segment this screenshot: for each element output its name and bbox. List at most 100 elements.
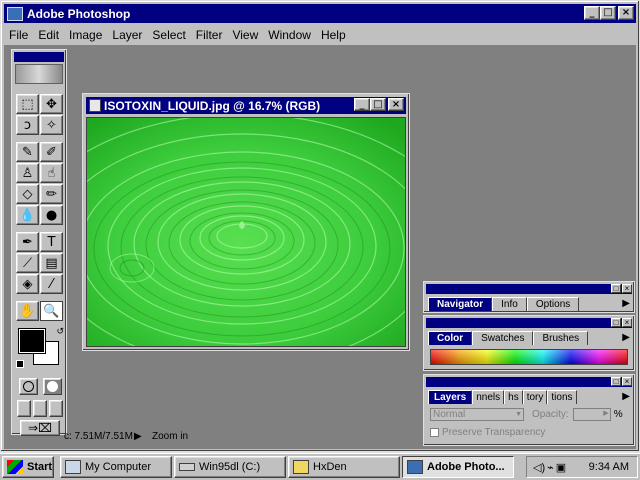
task-my-computer[interactable]: My Computer: [60, 456, 172, 478]
paint-bucket-icon[interactable]: ◈: [16, 274, 39, 294]
app-titlebar[interactable]: Adobe Photoshop _ □ ×: [4, 4, 636, 23]
tool-hint-text: Zoom in: [152, 430, 189, 442]
document-canvas[interactable]: [86, 117, 406, 347]
minimize-button[interactable]: _: [584, 6, 600, 20]
navigator-menu-arrow-icon[interactable]: ▶: [622, 298, 630, 309]
line-icon[interactable]: ⟋: [16, 253, 39, 273]
tab-navigator[interactable]: Navigator: [428, 297, 493, 311]
app-title: Adobe Photoshop: [27, 6, 131, 21]
task-label: My Computer: [85, 461, 152, 473]
display-icon[interactable]: ▣: [556, 461, 566, 474]
color-palette-titlebar[interactable]: □ ×: [426, 318, 632, 328]
photoshop-app-icon[interactable]: [7, 6, 23, 21]
menu-image[interactable]: Image: [64, 28, 107, 42]
tool-grid: ⬚ ✥ ↄ ✧ ✎ ✐ ♙ ☝ ◇ ✏ 💧 ● ✒ T ⟋ ▤ ◈ ⁄ ✋ 🔍: [16, 94, 64, 321]
menu-view[interactable]: View: [227, 28, 263, 42]
preserve-transparency-checkbox[interactable]: [430, 428, 439, 437]
zoom-icon[interactable]: 🔍: [40, 301, 63, 321]
task-label: Adobe Photo...: [427, 461, 505, 473]
hand-icon[interactable]: ✋: [16, 301, 39, 321]
rubber-stamp-icon[interactable]: ♙: [16, 163, 39, 183]
layers-minimize-button[interactable]: □: [611, 377, 621, 386]
menu-layer[interactable]: Layer: [107, 28, 147, 42]
eyedropper-icon[interactable]: ⁄: [40, 274, 63, 294]
tab-options[interactable]: Options: [526, 297, 580, 311]
layers-menu-arrow-icon[interactable]: ▶: [622, 391, 630, 402]
doc-close-button[interactable]: ×: [388, 98, 404, 111]
tab-brushes[interactable]: Brushes: [533, 331, 589, 345]
document-window: ISOTOXIN_LIQUID.jpg @ 16.7% (RGB) _ □ ×: [82, 93, 410, 351]
quick-mask-mode-icon[interactable]: [42, 378, 62, 395]
menu-help[interactable]: Help: [316, 28, 351, 42]
navigator-minimize-button[interactable]: □: [611, 284, 621, 293]
doc-size-readout[interactable]: c: 7.51M/7.51M: [4, 431, 134, 442]
tab-actions[interactable]: tions: [547, 390, 577, 404]
rect-marquee-icon[interactable]: ⬚: [16, 94, 39, 114]
tab-swatches[interactable]: Swatches: [472, 331, 534, 345]
document-titlebar[interactable]: ISOTOXIN_LIQUID.jpg @ 16.7% (RGB) _ □ ×: [86, 97, 406, 114]
status-arrow-icon[interactable]: ▶: [134, 431, 148, 442]
task-win95dl[interactable]: Win95dl (C:): [174, 456, 286, 478]
menu-edit[interactable]: Edit: [33, 28, 64, 42]
default-colors-icon[interactable]: [16, 360, 24, 368]
navigator-palette-titlebar[interactable]: □ ×: [426, 284, 632, 294]
clock[interactable]: 9:34 AM: [589, 461, 629, 473]
color-menu-arrow-icon[interactable]: ▶: [622, 332, 630, 343]
doc-minimize-button[interactable]: _: [354, 98, 370, 111]
pen-icon[interactable]: ✒: [16, 232, 39, 252]
toolbox-titlebar[interactable]: [14, 52, 64, 62]
tab-paths[interactable]: hs: [504, 390, 523, 404]
start-button[interactable]: Start: [2, 456, 54, 478]
color-minimize-button[interactable]: □: [611, 318, 621, 327]
foreground-color-swatch[interactable]: [18, 328, 46, 354]
color-palette: □ × Color Swatches Brushes ▶: [423, 315, 635, 371]
move-icon[interactable]: ✥: [40, 94, 63, 114]
tab-channels[interactable]: nnels: [472, 390, 505, 404]
maximize-button[interactable]: □: [600, 6, 616, 20]
gradient-icon[interactable]: ▤: [40, 253, 63, 273]
blend-mode-select[interactable]: Normal: [430, 408, 524, 421]
menu-filter[interactable]: Filter: [191, 28, 228, 42]
system-tray: ◁) ⌁ ▣ 9:34 AM: [526, 456, 638, 478]
dodge-icon[interactable]: ●: [40, 205, 63, 225]
layers-close-button[interactable]: ×: [622, 377, 632, 386]
menu-file[interactable]: File: [4, 28, 33, 42]
tab-layers[interactable]: Layers: [428, 390, 473, 404]
tab-color[interactable]: Color: [428, 331, 473, 345]
blur-icon[interactable]: 💧: [16, 205, 39, 225]
menu-bar: File Edit Image Layer Select Filter View…: [4, 25, 636, 44]
full-screen-icon[interactable]: [49, 400, 63, 417]
standard-screen-icon[interactable]: [17, 400, 31, 417]
document-icon[interactable]: [89, 99, 101, 112]
opacity-field[interactable]: [572, 408, 611, 421]
paintbrush-icon[interactable]: ✐: [40, 142, 63, 162]
color-spectrum-bar[interactable]: [430, 349, 628, 365]
tab-info[interactable]: Info: [492, 297, 527, 311]
speaker-icon[interactable]: ◁): [533, 461, 545, 474]
menu-select[interactable]: Select: [147, 28, 190, 42]
smudge-icon[interactable]: ☝: [40, 163, 63, 183]
task-hxden[interactable]: HxDen: [288, 456, 400, 478]
standard-mode-icon[interactable]: [18, 378, 38, 395]
type-icon[interactable]: T: [40, 232, 63, 252]
task-label: Win95dl (C:): [199, 461, 261, 473]
full-screen-menu-icon[interactable]: [33, 400, 47, 417]
airbrush-icon[interactable]: ✎: [16, 142, 39, 162]
pencil-icon[interactable]: ✏: [40, 184, 63, 204]
start-label: Start: [27, 461, 53, 473]
color-selector: ↺: [16, 326, 64, 370]
network-icon[interactable]: ⌁: [547, 461, 554, 474]
eraser-icon[interactable]: ◇: [16, 184, 39, 204]
magic-wand-icon[interactable]: ✧: [40, 115, 63, 135]
toolbox-eye-logo[interactable]: [15, 64, 63, 84]
swap-colors-icon[interactable]: ↺: [56, 326, 64, 337]
lasso-icon[interactable]: ↄ: [16, 115, 39, 135]
color-close-button[interactable]: ×: [622, 318, 632, 327]
doc-maximize-button[interactable]: □: [370, 98, 386, 111]
close-button[interactable]: ×: [618, 6, 634, 20]
menu-window[interactable]: Window: [263, 28, 316, 42]
layers-palette-titlebar[interactable]: □ ×: [426, 377, 632, 387]
navigator-close-button[interactable]: ×: [622, 284, 632, 293]
tab-history[interactable]: tory: [522, 390, 548, 404]
task-adobe-photoshop[interactable]: Adobe Photo...: [402, 456, 514, 478]
